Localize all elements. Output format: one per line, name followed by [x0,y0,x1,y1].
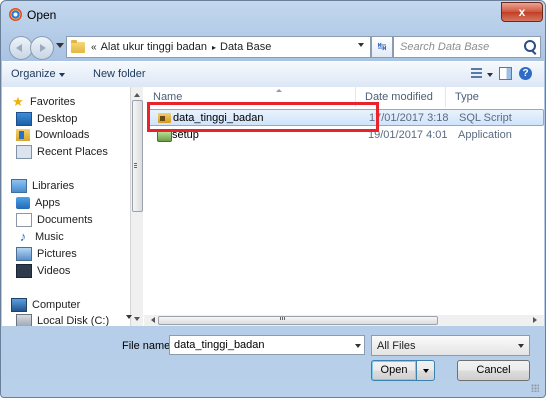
apps-icon [16,197,30,209]
scrollbar-grip-icon [280,317,281,320]
downloads-icon [16,129,30,141]
nav-libraries[interactable]: Libraries [11,178,74,194]
file-type-value: All Files [377,340,416,352]
scroll-right-arrow-icon[interactable] [533,317,540,323]
file-name-label: File name: [122,340,174,352]
address-bar[interactable]: « Alat ukur tinggi badan ▸ Data Base [66,36,371,58]
view-options-dropdown-icon[interactable] [487,73,493,80]
music-icon: ♪ [19,229,27,244]
preview-pane-icon[interactable] [499,67,512,80]
nav-label: Pictures [37,248,77,260]
file-date: 19/01/2017 4:01 [368,129,448,141]
breadcrumb-alat-ukur[interactable]: Alat ukur tinggi badan [101,41,207,53]
nav-item-desktop[interactable]: Desktop [16,111,77,127]
chevron-down-icon [518,344,524,351]
search-icon[interactable] [524,40,536,52]
nav-item-apps[interactable]: Apps [16,195,60,211]
pictures-icon [16,247,32,261]
folder-icon [71,39,85,53]
star-icon: ★ [12,94,24,109]
documents-icon [16,213,32,227]
file-name-input[interactable] [169,335,365,355]
navigation-pane: ★ Favorites Desktop Downloads Recent Pla… [2,87,129,326]
open-button[interactable]: Open [371,360,417,381]
nav-label: Desktop [37,113,78,125]
sort-ascending-icon [276,86,282,92]
computer-icon [11,298,27,312]
nav-label: Recent Places [37,146,108,158]
scrollbar-thumb[interactable] [132,100,143,212]
resize-grip-icon[interactable] [531,384,539,392]
horizontal-scrollbar-thumb[interactable] [158,316,438,325]
file-type-select[interactable]: All Files [371,335,530,356]
scrollbar-grip-icon [134,163,137,164]
search-box[interactable]: Search Data Base [393,36,541,58]
nav-label: Downloads [35,129,90,141]
change-view-icon[interactable] [471,68,482,78]
scroll-up-arrow-icon[interactable] [134,90,140,97]
title-bar[interactable]: Open x [1,1,545,29]
nav-label: Computer [32,299,81,311]
address-overflow-chevrons[interactable]: « [91,42,97,53]
open-options-dropdown-button[interactable] [416,360,435,381]
file-list-horizontal-scrollbar[interactable] [144,315,544,326]
nav-item-local-disk[interactable]: Local Disk (C:) [16,313,109,326]
breadcrumb-data-base[interactable]: Data Base [220,41,271,53]
local-disk-icon [16,314,32,326]
desktop-icon [16,112,32,126]
nav-label: Favorites [30,96,76,108]
nav-label: Libraries [32,180,75,192]
command-bar: Organize New folder ? [2,61,544,88]
nav-label: Videos [37,265,71,277]
nav-label: Local Disk (C:) [37,315,110,326]
file-name-dropdown-icon[interactable] [355,344,361,351]
scroll-left-arrow-icon[interactable] [148,317,155,323]
libraries-icon [11,179,27,193]
address-dropdown-icon[interactable] [358,43,364,50]
nav-label: Music [35,231,64,243]
file-type: Application [458,129,512,141]
help-icon[interactable]: ? [519,67,532,80]
nav-item-documents[interactable]: Documents [16,212,93,228]
refresh-button[interactable]: ↹ [371,36,393,58]
file-type: SQL Script [459,112,512,124]
organize-button[interactable]: Organize [11,68,65,80]
recent-places-icon [16,145,32,159]
nav-label: Apps [35,197,61,209]
nav-favorites[interactable]: ★ Favorites [11,94,75,110]
search-input[interactable]: Search Data Base [400,41,489,53]
red-highlight-box [147,102,379,132]
breadcrumb-separator-icon[interactable]: ▸ [212,43,216,52]
nav-item-videos[interactable]: Videos [16,263,70,279]
scroll-down-arrow-icon[interactable] [134,317,140,324]
new-folder-button[interactable]: New folder [93,68,146,80]
forward-button[interactable] [30,36,54,60]
recent-locations-arrow-icon[interactable] [56,43,64,52]
nav-item-pictures[interactable]: Pictures [16,246,77,262]
nav-item-music[interactable]: ♪ Music [16,229,64,245]
open-dialog: Open x « Alat ukur tinggi badan ▸ Data B… [0,0,546,398]
file-date: 17/01/2017 3:18 [369,112,449,124]
cancel-button[interactable]: Cancel [457,360,530,381]
close-button[interactable]: x [501,2,543,22]
window-title: Open [27,8,57,22]
nav-item-recent-places[interactable]: Recent Places [16,144,108,160]
nav-computer[interactable]: Computer [11,297,80,313]
nav-pane-scroll-down-icon[interactable] [126,315,132,322]
videos-icon [16,264,32,278]
chrome-app-icon [9,8,22,21]
column-header-type[interactable]: Type [446,87,544,107]
nav-label: Documents [37,214,93,226]
nav-pane-scrollbar[interactable] [130,87,143,326]
nav-item-downloads[interactable]: Downloads [16,127,89,143]
